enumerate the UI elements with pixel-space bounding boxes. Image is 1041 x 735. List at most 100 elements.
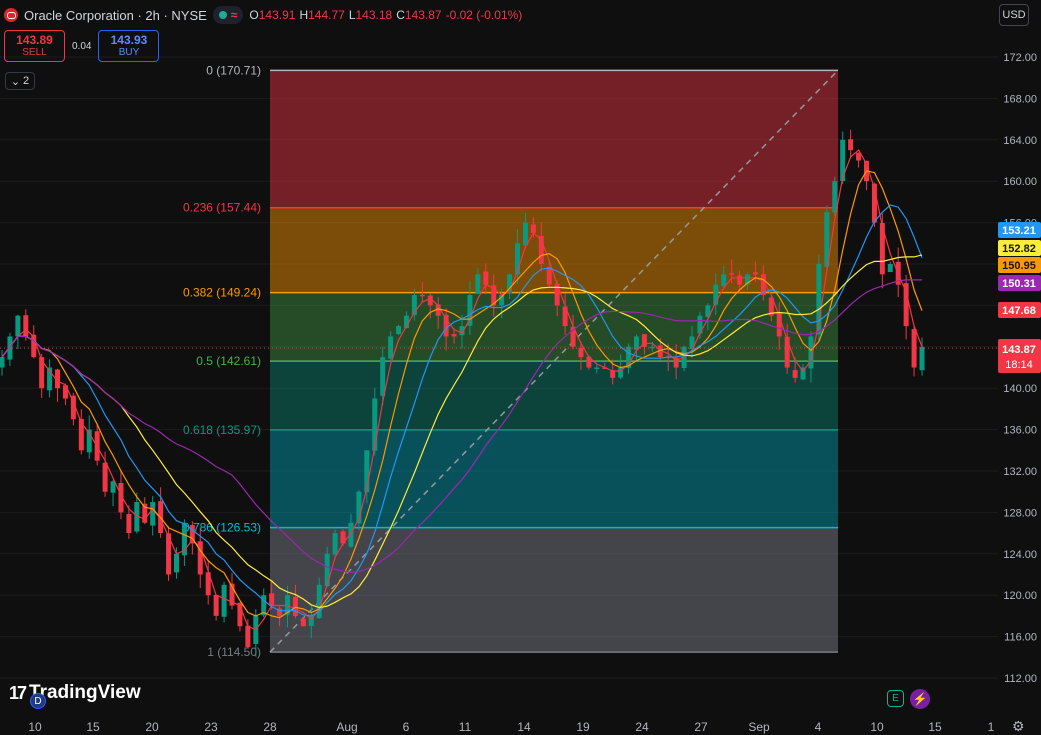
candle bbox=[62, 383, 68, 405]
candle-body bbox=[15, 315, 21, 337]
candle-body bbox=[522, 222, 528, 246]
lightning-icon[interactable]: ⚡ bbox=[910, 689, 930, 709]
fib-level-label: 1 (114.50) bbox=[207, 645, 261, 659]
x-tick-label: 19 bbox=[576, 720, 590, 734]
price-tag-label: 147.68 bbox=[1002, 305, 1036, 317]
price-tag-label: 152.82 bbox=[1002, 243, 1036, 255]
candle-body bbox=[150, 502, 156, 526]
candle-body bbox=[752, 272, 758, 275]
dividend-icon[interactable]: D bbox=[30, 693, 46, 709]
market-status-pill[interactable]: ≈ bbox=[212, 6, 244, 24]
x-tick-label: 24 bbox=[635, 720, 649, 734]
candle bbox=[142, 497, 148, 525]
candle-body bbox=[475, 274, 481, 294]
candle-body bbox=[269, 593, 275, 606]
price-tag-label: 153.21 bbox=[1002, 225, 1036, 237]
candle-body bbox=[903, 283, 909, 327]
price-tag: 150.31 bbox=[998, 275, 1041, 291]
candle bbox=[173, 547, 179, 579]
last-price-tag: 143.87 18:14 bbox=[998, 339, 1041, 373]
y-tick-label: 112.00 bbox=[1004, 673, 1037, 685]
price-tag: 147.68 bbox=[998, 302, 1041, 318]
x-tick-label: 15 bbox=[928, 720, 942, 734]
candle bbox=[110, 480, 116, 507]
x-tick-label: 4 bbox=[815, 720, 822, 734]
candle bbox=[150, 496, 156, 536]
x-tick-label: 10 bbox=[870, 720, 884, 734]
candle-body bbox=[887, 264, 893, 273]
price-tag: 152.82 bbox=[998, 240, 1041, 256]
candle-body bbox=[594, 367, 600, 369]
candle bbox=[856, 152, 862, 168]
currency-button[interactable]: USD bbox=[999, 4, 1029, 26]
candle bbox=[221, 581, 227, 623]
candle-body bbox=[919, 346, 925, 371]
spread-value: 0.04 bbox=[72, 40, 92, 52]
y-tick-label: 140.00 bbox=[1003, 383, 1037, 395]
x-tick-label: 1 bbox=[988, 720, 995, 734]
x-tick-label: 15 bbox=[86, 720, 100, 734]
x-tick-label: Aug bbox=[336, 720, 357, 734]
y-tick-label: 132.00 bbox=[1003, 466, 1037, 478]
candle bbox=[205, 561, 211, 605]
candle-body bbox=[213, 594, 219, 616]
candle bbox=[245, 619, 251, 649]
indicators-toggle[interactable]: ⌄ 2 bbox=[5, 72, 35, 90]
candle bbox=[229, 573, 235, 610]
candle bbox=[903, 274, 909, 340]
gear-icon[interactable]: ⚙ bbox=[1012, 719, 1026, 733]
candle-body bbox=[737, 275, 743, 285]
x-tick-label: 10 bbox=[28, 720, 42, 734]
y-tick-label: 172.00 bbox=[1003, 52, 1037, 64]
candle bbox=[78, 409, 84, 455]
fibonacci-retracement: 0 (170.71) 0.236 (157.44) 0.382 (149.24) 0.… bbox=[183, 63, 839, 659]
symbol-title[interactable]: Oracle Corporation · 2h · NYSE bbox=[24, 8, 207, 23]
price-chart[interactable]: 0 (170.71) 0.236 (157.44) 0.382 (149.24) 0.… bbox=[0, 0, 1041, 735]
x-tick-label: 6 bbox=[403, 720, 410, 734]
candle-body bbox=[23, 315, 29, 337]
fib-level-label: 0.236 (157.44) bbox=[183, 201, 261, 215]
candle-body bbox=[39, 357, 45, 389]
candle bbox=[15, 314, 21, 350]
x-tick-label: 11 bbox=[459, 720, 472, 734]
sell-button[interactable]: 143.89 SELL bbox=[4, 30, 65, 62]
last-price-label: 143.87 bbox=[1002, 344, 1036, 356]
trade-panel: 143.89 SELL 0.04 143.93 BUY bbox=[4, 30, 160, 62]
candle bbox=[848, 129, 854, 158]
countdown-label: 18:14 bbox=[1005, 359, 1033, 371]
y-tick-label: 160.00 bbox=[1003, 176, 1037, 188]
symbol-header: Oracle Corporation · 2h · NYSE ≈ O143.91… bbox=[4, 5, 522, 25]
candle-body bbox=[848, 139, 854, 151]
candle-body bbox=[126, 514, 132, 534]
chevron-down-icon: ⌄ bbox=[10, 75, 21, 88]
candle-body bbox=[221, 584, 227, 617]
fib-zone bbox=[270, 70, 838, 208]
candle-body bbox=[546, 266, 552, 285]
y-tick-label: 120.00 bbox=[1003, 590, 1037, 602]
x-tick-label: 23 bbox=[204, 720, 218, 734]
fib-level-label: 0 (170.71) bbox=[206, 63, 261, 77]
price-tag: 150.95 bbox=[998, 257, 1041, 273]
candle bbox=[396, 324, 402, 336]
tradingview-logo[interactable]: 17 TradingView bbox=[9, 682, 141, 704]
candle-body bbox=[578, 347, 584, 358]
y-tick-label: 168.00 bbox=[1003, 93, 1037, 105]
y-tick-label: 136.00 bbox=[1003, 425, 1037, 437]
fib-level-label: 0.618 (135.97) bbox=[183, 423, 261, 437]
candle-body bbox=[0, 357, 5, 368]
earnings-icon[interactable]: E bbox=[887, 690, 904, 707]
candle-body bbox=[292, 596, 298, 616]
candle bbox=[300, 617, 306, 627]
fib-zone bbox=[270, 361, 838, 430]
candle bbox=[181, 519, 187, 567]
wave-icon: ≈ bbox=[230, 8, 238, 22]
candle-body bbox=[324, 553, 330, 587]
candle-body bbox=[380, 357, 386, 396]
candle-body bbox=[300, 618, 306, 627]
candle-body bbox=[388, 336, 394, 359]
buy-button[interactable]: 143.93 BUY bbox=[98, 30, 160, 62]
candle-body bbox=[419, 294, 425, 297]
candle-body bbox=[792, 370, 798, 378]
x-tick-label: 14 bbox=[517, 720, 531, 734]
candle-body bbox=[372, 398, 378, 451]
